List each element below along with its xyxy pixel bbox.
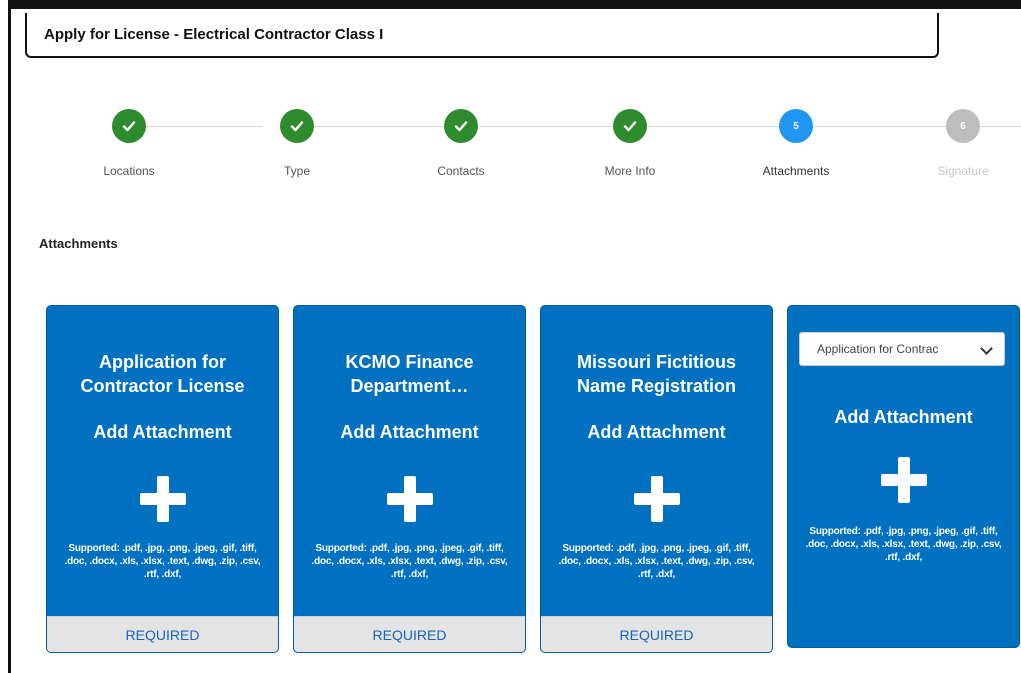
required-label: REQUIRED (372, 626, 447, 643)
plus-icon[interactable] (140, 476, 186, 522)
attachment-card[interactable]: KCMO Finance Department… Add Attachment … (293, 305, 526, 653)
plus-icon[interactable] (634, 476, 680, 522)
step-type[interactable]: Type (232, 100, 362, 178)
supported-formats-text: Supported: .pdf, .jpg, .png, .jpeg, .gif… (558, 543, 755, 580)
attachment-card-title: Application for Contractor License (80, 352, 245, 396)
supported-formats-text: Supported: .pdf, .jpg, .png, .jpeg, .gif… (805, 526, 1002, 563)
attachment-card[interactable]: Application for Contractor License Add A… (46, 305, 279, 653)
document-type-select[interactable]: Application for Contrac (799, 332, 1005, 366)
step-more-info[interactable]: More Info (565, 100, 695, 178)
step-contacts[interactable]: Contacts (396, 100, 526, 178)
step-attachments[interactable]: 5 Attachments (731, 100, 861, 178)
step-label: Signature (937, 164, 989, 178)
attachment-card-title: Missouri Fictitious Name Registration (576, 352, 737, 396)
supported-formats-text: Supported: .pdf, .jpg, .png, .jpeg, .gif… (64, 543, 261, 580)
check-icon (454, 121, 468, 132)
step-locations[interactable]: Locations (64, 100, 194, 178)
add-attachment-label[interactable]: Add Attachment (788, 407, 1019, 428)
step-label: Contacts (437, 164, 485, 178)
step-complete-circle (280, 109, 314, 143)
optional-attachment-card[interactable]: Application for Contrac Add Attachment S… (787, 305, 1020, 648)
progress-stepper: Locations Type Contacts More Info 5 Atta… (0, 100, 1021, 190)
step-complete-circle (444, 109, 478, 143)
attachment-card-title: KCMO Finance Department… (345, 352, 474, 396)
required-label: REQUIRED (619, 626, 694, 643)
page-title: Apply for License - Electrical Contracto… (25, 13, 939, 58)
attachment-card[interactable]: Missouri Fictitious Name Registration Ad… (540, 305, 773, 653)
add-attachment-label[interactable]: Add Attachment (294, 422, 525, 443)
required-badge: REQUIRED (541, 616, 772, 652)
plus-icon[interactable] (387, 476, 433, 522)
required-badge: REQUIRED (47, 616, 278, 652)
check-icon (623, 121, 637, 132)
step-complete-circle (112, 109, 146, 143)
step-signature: 6 Signature (898, 100, 1021, 178)
step-label: Type (283, 164, 310, 178)
step-label: Locations (103, 164, 155, 178)
add-attachment-label[interactable]: Add Attachment (47, 422, 278, 443)
attachments-section-title: Attachments (39, 236, 118, 251)
check-icon (290, 121, 304, 132)
plus-icon[interactable] (881, 457, 927, 503)
check-icon (122, 121, 136, 132)
document-type-value: Application for Contrac (817, 342, 939, 356)
add-attachment-label[interactable]: Add Attachment (541, 422, 772, 443)
required-badge: REQUIRED (294, 616, 525, 652)
window-frame-top (8, 0, 1021, 9)
step-label: More Info (604, 164, 656, 178)
chevron-down-icon (980, 342, 993, 355)
step-label: Attachments (762, 164, 830, 178)
required-label: REQUIRED (125, 626, 200, 643)
step-complete-circle (613, 109, 647, 143)
page-title-text: Apply for License - Electrical Contracto… (44, 26, 384, 43)
step-number-circle: 5 (779, 109, 813, 143)
supported-formats-text: Supported: .pdf, .jpg, .png, .jpeg, .gif… (311, 543, 508, 580)
step-number-circle: 6 (946, 109, 980, 143)
